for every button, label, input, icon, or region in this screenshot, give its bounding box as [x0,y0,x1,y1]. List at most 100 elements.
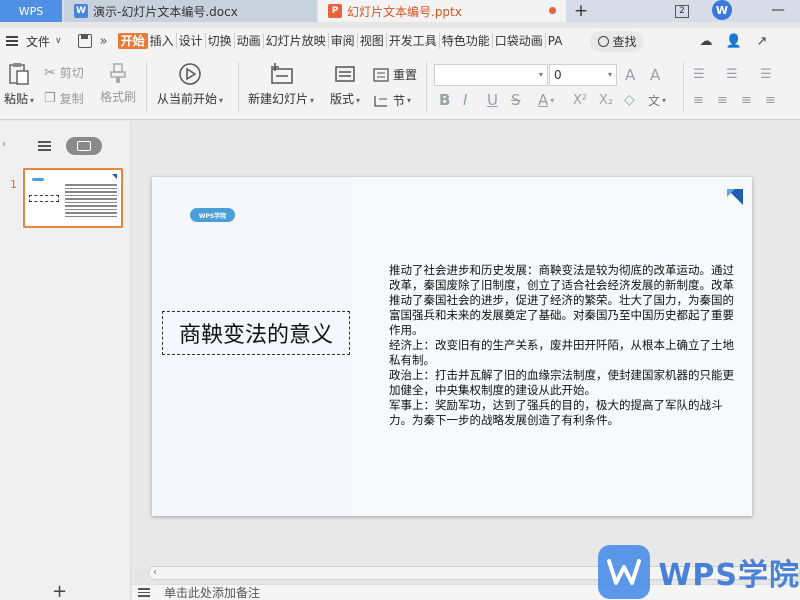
tab-docx-document[interactable]: W 演示-幻灯片文本编号.docx [64,0,316,22]
play-icon [179,63,201,85]
more-chevron-icon[interactable]: » [100,34,108,49]
tab-9[interactable]: 特色功能 [440,33,493,49]
clear-format-button[interactable]: ◇ [624,90,635,110]
slide-body-paragraph: 经济上：改变旧有的生产关系，废井田开阡陌，从根本上确立了土地私有制。 [389,338,734,367]
numbering-button[interactable]: ☰ [726,64,738,84]
layout-icon [335,66,355,82]
font-size-value: 0 [554,68,562,82]
paste-icon [9,63,29,85]
underline-button[interactable]: U [487,90,498,110]
file-menu-label: 文件 [26,34,51,49]
window-count-badge: 2 [675,4,689,18]
slide-body-textbox[interactable]: 推动了社会进步和历史发展：商鞅变法是较为彻底的改革运动。通过改革，秦国废除了旧制… [389,263,739,428]
increase-font-button[interactable]: A [625,66,635,84]
phonetic-button[interactable]: 文 ▾ [648,90,666,110]
share-icon[interactable]: ↗ [754,33,770,49]
reset-icon [373,67,389,82]
decrease-font-icon: A [650,66,661,84]
bullet-list-icon: ☰ [693,66,705,82]
tab-1[interactable]: 插入 [148,33,177,49]
indent-button[interactable]: ☰ [760,64,772,84]
ribbon-toolbar: 粘贴 ▾ ✂ 剪切 ❐ 复制 格式刷 从当前开始 ▾ 新建幻灯片 ▾ 版式 ▾ 重置 节 ▾ … [0,54,800,120]
decrease-font-button[interactable]: A [650,66,660,84]
scroll-left-icon[interactable]: ‹ [153,567,157,579]
collapse-panel-icon[interactable]: › [2,139,6,150]
font-name-select[interactable]: ▾ [434,64,548,86]
increase-font-icon: A [625,66,636,84]
ppt-doc-icon: P [328,4,342,18]
cut-button[interactable]: ✂ 剪切 [44,64,84,81]
copy-button[interactable]: ❐ 复制 [44,90,84,107]
indent-icon: ☰ [760,66,772,82]
search-button[interactable]: 查找 [590,30,645,52]
bold-button[interactable]: B [439,90,450,110]
hamburger-menu-icon[interactable] [6,35,20,47]
tab-6[interactable]: 审阅 [329,33,358,49]
tab-5[interactable]: 幻灯片放映 [264,33,329,49]
thumbnail-corner-mark [112,174,117,179]
subscript-button[interactable]: X₂ [599,90,613,110]
tab-8[interactable]: 开发工具 [387,33,440,49]
reset-button[interactable]: 重置 [373,66,417,83]
play-from-current-button[interactable]: 从当前开始 ▾ [157,62,223,107]
notes-placeholder: 单击此处添加备注 [164,586,261,600]
justify-button[interactable]: ≡ [765,90,776,110]
superscript-button[interactable]: X² [573,90,587,110]
new-tab-button[interactable]: + [570,0,592,22]
italic-button[interactable]: I [463,90,467,110]
align-center-icon: ≡ [717,92,728,108]
tab-4[interactable]: 动画 [235,33,264,49]
font-color-button[interactable]: A ▾ [538,90,554,110]
bullets-button[interactable]: ☰ [693,64,705,84]
copy-icon: ❐ [44,91,56,106]
search-label: 查找 [612,34,637,49]
slide-thumbnail[interactable] [23,168,123,228]
save-icon[interactable] [77,34,92,48]
phonetic-icon: 文 [648,93,661,108]
tab-11[interactable]: PA [546,33,565,49]
numbered-list-icon: ☰ [726,66,738,82]
slide-title-textbox[interactable]: 商鞅变法的意义 [162,311,350,355]
file-menu[interactable]: 文件 ∨ [26,33,62,50]
section-label: 节 [393,94,406,108]
watermark-text: WPS学院 [658,558,800,593]
slide-body-paragraph: 推动了社会进步和历史发展：商鞅变法是较为彻底的改革运动。通过改革，秦国废除了旧制… [389,263,734,337]
format-painter-button[interactable]: 格式刷 [100,62,136,105]
user-avatar[interactable]: W [712,0,732,20]
window-count-icon[interactable]: 2 [672,0,692,22]
ribbon-divider [146,62,147,112]
minimize-icon[interactable]: — [768,0,788,20]
tab-0[interactable]: 开始 [117,33,148,49]
strikethrough-button[interactable]: S [511,90,521,110]
tab-10[interactable]: 口袋动画 [493,33,546,49]
tab-3[interactable]: 切换 [206,33,235,49]
add-slide-button[interactable]: + [52,581,67,600]
tab-2[interactable]: 设计 [177,33,206,49]
wps-home-tab[interactable]: WPS [0,0,62,22]
align-right-button[interactable]: ≡ [741,90,752,110]
layout-button[interactable]: 版式 ▾ [330,62,360,107]
outline-view-icon[interactable] [38,139,51,153]
ribbon-divider [238,62,239,112]
slide-logo-badge: WPS学院 [190,208,235,222]
slide-corner-triangle-icon [727,189,743,205]
current-slide[interactable]: WPS学院 商鞅变法的意义 推动了社会进步和历史发展：商鞅变法是较为彻底的改革运… [152,177,752,516]
chevron-down-icon: ▾ [607,70,612,79]
tab-pptx-document[interactable]: P 幻灯片文本编号.pptx [318,0,566,22]
tab-7[interactable]: 视图 [358,33,387,49]
scissors-icon: ✂ [44,64,56,81]
collaborate-icon[interactable]: 👤 [726,33,742,49]
align-left-button[interactable]: ≡ [693,90,704,110]
new-slide-button[interactable]: 新建幻灯片 ▾ [248,62,314,107]
cloud-sync-icon[interactable]: ☁ [698,33,714,49]
play-from-current-label: 从当前开始 [157,92,218,106]
section-button[interactable]: 节 ▾ [373,92,411,109]
font-size-select[interactable]: 0 ▾ [549,64,617,86]
thumbnail-view-toggle[interactable] [66,137,102,155]
align-center-button[interactable]: ≡ [717,90,728,110]
underline-icon: U [487,91,498,109]
slide-thumbnail-panel: › 1 + [0,121,131,600]
paste-button[interactable]: 粘贴 ▾ [4,62,34,107]
new-slide-icon [271,63,293,84]
search-icon [598,35,610,47]
